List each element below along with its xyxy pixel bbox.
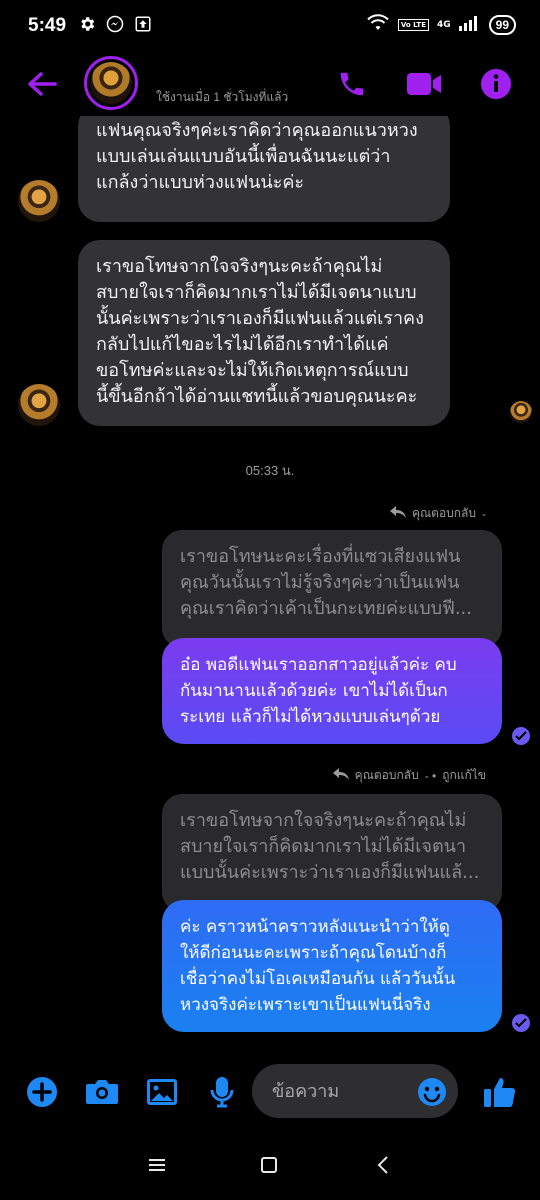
message-line: แกล้งว่าแบบห่วงแฟนน่ะค่ะ	[96, 172, 305, 193]
reply-arrow-icon	[332, 768, 349, 783]
quoted-message[interactable]: เราขอโทษนะคะเรื่องที่แซวเสียงแฟน คุณวันน…	[162, 530, 502, 648]
outgoing-message[interactable]: ค่ะ คราวหน้าคราวหลังแนะนำว่าให้ดู ให้ดีก…	[162, 900, 502, 1032]
home-square-icon[interactable]	[254, 1150, 284, 1180]
info-icon[interactable]	[478, 66, 514, 102]
thumbs-up-icon[interactable]	[480, 1072, 520, 1112]
back-arrow-icon[interactable]	[24, 66, 60, 102]
message-line: แฟนคุณจริงๆค่ะเราคิดว่าคุณออกแนวหวง	[96, 120, 418, 141]
message-line: กันมานานแล้วด้วยค่ะ เขาไม่ได้เป็นก	[180, 681, 448, 701]
reply-arrow-icon	[389, 506, 406, 521]
message-line: นั้นค่ะเพราะว่าเราเองก็มีแฟนแล้วแต่เราคง	[96, 308, 424, 329]
avatar	[90, 62, 132, 104]
volte-badge: Vo LTE	[397, 19, 429, 31]
message-line: ค่ะ คราวหน้าคราวหลังแนะนำว่าให้ดู	[180, 917, 450, 937]
edited-label: ถูกแก้ไข	[442, 768, 486, 782]
reply-dash: -	[482, 506, 486, 521]
message-line: ระเทย แล้วก็ไม่ได้หวงแบบเล่นๆด้วย	[180, 707, 441, 727]
camera-icon[interactable]	[82, 1072, 122, 1112]
quoted-line: เราขอโทษนะคะเรื่องที่แซวเสียงแฟน	[180, 546, 461, 567]
contact-avatar[interactable]	[84, 56, 138, 110]
reply-indicator: คุณตอบกลับ - • ถูกแก้ไข	[332, 766, 486, 785]
message-line: เชื่อว่าคงไม่โอเคเหมือนกัน แล้ววันนั้น	[180, 969, 456, 989]
reply-dash: - •	[424, 768, 437, 783]
message-line: ให้ดีก่อนนะคะเพราะถ้าคุณโดนบ้างก็	[180, 943, 447, 963]
reply-indicator: คุณตอบกลับ -	[389, 504, 486, 523]
video-call-icon[interactable]	[406, 66, 442, 102]
phone-call-icon[interactable]	[334, 66, 370, 102]
network-type: 4G	[436, 19, 451, 30]
message-line: แบบเล่นเล่นแบบอันนี้เพื่อนฉันนะแต่ว่า	[96, 146, 391, 167]
incoming-message[interactable]: แฟนคุณจริงๆค่ะเราคิดว่าคุณออกแนวหวง แบบเ…	[78, 116, 450, 222]
message-line: กลับไปแก้ไขอะไรไม่ได้อีกเราทำได้แค่	[96, 334, 389, 355]
wifi-icon	[366, 14, 390, 36]
back-chevron-icon[interactable]	[368, 1150, 398, 1180]
delivered-check-icon	[512, 1014, 530, 1032]
seen-receipt-avatar	[510, 401, 532, 423]
message-line: สบายใจเราก็คิดมากเราไม่ได้มีเจตนาแบบ	[96, 282, 417, 303]
outgoing-message[interactable]: อ๋อ พอดีแฟนเราออกสาวอยู่แล้วค่ะ คบ กันมา…	[162, 638, 502, 744]
message-line: เราขอโทษจากใจจริงๆนะคะถ้าคุณไม่	[96, 256, 383, 277]
incoming-message[interactable]: เราขอโทษจากใจจริงๆนะคะถ้าคุณไม่ สบายใจเร…	[78, 240, 450, 426]
quoted-line: แบบนั้นค่ะเพราะว่าเราเองก็มีแฟนแล้...	[180, 862, 480, 883]
message-line: ขอโทษค่ะและจะไม่ให้เกิดเหตุการณ์แบบ	[96, 360, 409, 381]
message-line: หวงจริงค่ะเพราะเขาเป็นแฟนนี่จริง	[180, 995, 431, 1015]
message-timestamp: 05:33 น.	[245, 463, 295, 478]
microphone-icon[interactable]	[202, 1072, 242, 1112]
upload-icon	[134, 15, 152, 37]
quoted-message[interactable]: เราขอโทษจากใจจริงๆนะคะถ้าคุณไม่ สบายใจเร…	[162, 794, 502, 912]
signal-icon	[458, 15, 481, 35]
quoted-line: คุณเราคิดว่าเค้าเป็นกะเทยค่ะแบบฟี...	[180, 598, 472, 619]
status-time: 5:49	[28, 15, 67, 36]
recent-apps-menu-icon[interactable]	[142, 1150, 172, 1180]
battery-indicator: 99	[488, 15, 516, 35]
quoted-line: เราขอโทษจากใจจริงๆนะคะถ้าคุณไม่	[180, 810, 467, 831]
sender-avatar[interactable]	[18, 384, 60, 426]
message-composer	[0, 1058, 540, 1128]
status-bar: 5:49 Vo LTE 4G 99	[0, 0, 540, 52]
sender-avatar[interactable]	[18, 180, 60, 222]
quoted-line: คุณวันนั้นเราไม่รู้จริงๆค่ะว่าเป็นแฟน	[180, 572, 460, 593]
settings-gear-icon	[78, 15, 96, 37]
emoji-icon[interactable]	[412, 1072, 452, 1112]
chat-header: ใช้งานเมื่อ 1 ชั่วโมงที่แล้ว	[0, 52, 540, 116]
system-navigation-bar	[0, 1128, 540, 1200]
active-status: ใช้งานเมื่อ 1 ชั่วโมงที่แล้ว	[156, 90, 289, 104]
quoted-line: สบายใจเราก็คิดมากเราไม่ได้มีเจตนา	[180, 836, 467, 857]
gallery-image-icon[interactable]	[142, 1072, 182, 1112]
message-line: อ๋อ พอดีแฟนเราออกสาวอยู่แล้วค่ะ คบ	[180, 655, 457, 675]
plus-icon[interactable]	[22, 1072, 62, 1112]
message-list[interactable]: แฟนคุณจริงๆค่ะเราคิดว่าคุณออกแนวหวง แบบเ…	[0, 116, 540, 1058]
messenger-icon	[106, 15, 124, 37]
reply-label: คุณตอบกลับ	[411, 506, 476, 520]
reply-label: คุณตอบกลับ	[354, 768, 419, 782]
delivered-check-icon	[512, 727, 530, 745]
message-line: นี้ขึ้นอีกถ้าได้อ่านแชทนี้แล้วขอบคุณนะคะ	[96, 386, 418, 407]
